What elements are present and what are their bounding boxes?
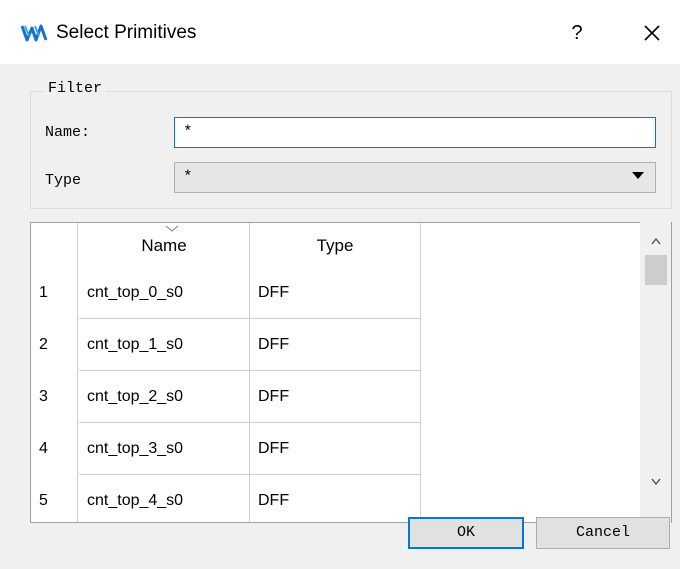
table-row[interactable]: 3 cnt_top_2_s0 DFF <box>31 371 421 422</box>
row-name: cnt_top_1_s0 <box>87 336 184 353</box>
primitives-table: Name Type 1 cnt_top_0_s0 DFF 2 cnt_top_1… <box>30 222 672 523</box>
column-header-name[interactable]: Name <box>79 231 249 267</box>
table-row[interactable]: 4 cnt_top_3_s0 DFF <box>31 423 421 474</box>
table-row[interactable]: 5 cnt_top_4_s0 DFF <box>31 475 421 522</box>
ok-button[interactable]: OK <box>408 517 524 549</box>
name-input[interactable]: * <box>174 117 656 148</box>
row-number: 2 <box>39 336 48 353</box>
row-number: 3 <box>39 388 48 405</box>
row-name: cnt_top_0_s0 <box>87 284 184 301</box>
row-type: DFF <box>258 336 290 353</box>
cancel-button[interactable]: Cancel <box>536 517 670 549</box>
row-name: cnt_top_2_s0 <box>87 388 184 405</box>
row-name: cnt_top_3_s0 <box>87 440 184 457</box>
name-label: Name: <box>45 124 91 141</box>
type-label: Type <box>45 172 82 189</box>
close-icon[interactable] <box>632 16 672 50</box>
chevron-down-icon[interactable] <box>651 478 661 486</box>
row-type: DFF <box>258 388 290 405</box>
row-number: 4 <box>39 440 48 457</box>
title-bar: Select Primitives ? <box>0 0 680 64</box>
filter-legend: Filter <box>44 80 107 97</box>
row-name: cnt_top_4_s0 <box>87 492 184 509</box>
chevron-down-icon[interactable] <box>632 172 644 179</box>
row-type: DFF <box>258 492 290 509</box>
row-type: DFF <box>258 284 290 301</box>
chevron-up-icon[interactable] <box>651 237 661 245</box>
row-number: 1 <box>39 284 48 301</box>
table-row[interactable]: 2 cnt_top_1_s0 DFF <box>31 319 421 370</box>
help-button[interactable]: ? <box>560 16 594 50</box>
window-title: Select Primitives <box>56 22 197 43</box>
row-type: DFF <box>258 440 290 457</box>
table-row[interactable]: 1 cnt_top_0_s0 DFF <box>31 267 421 318</box>
row-number: 5 <box>39 492 48 509</box>
column-header-type[interactable]: Type <box>250 231 420 267</box>
scrollbar-thumb[interactable] <box>645 255 667 285</box>
gowin-logo-icon <box>20 24 48 42</box>
type-select[interactable]: * <box>174 162 656 193</box>
